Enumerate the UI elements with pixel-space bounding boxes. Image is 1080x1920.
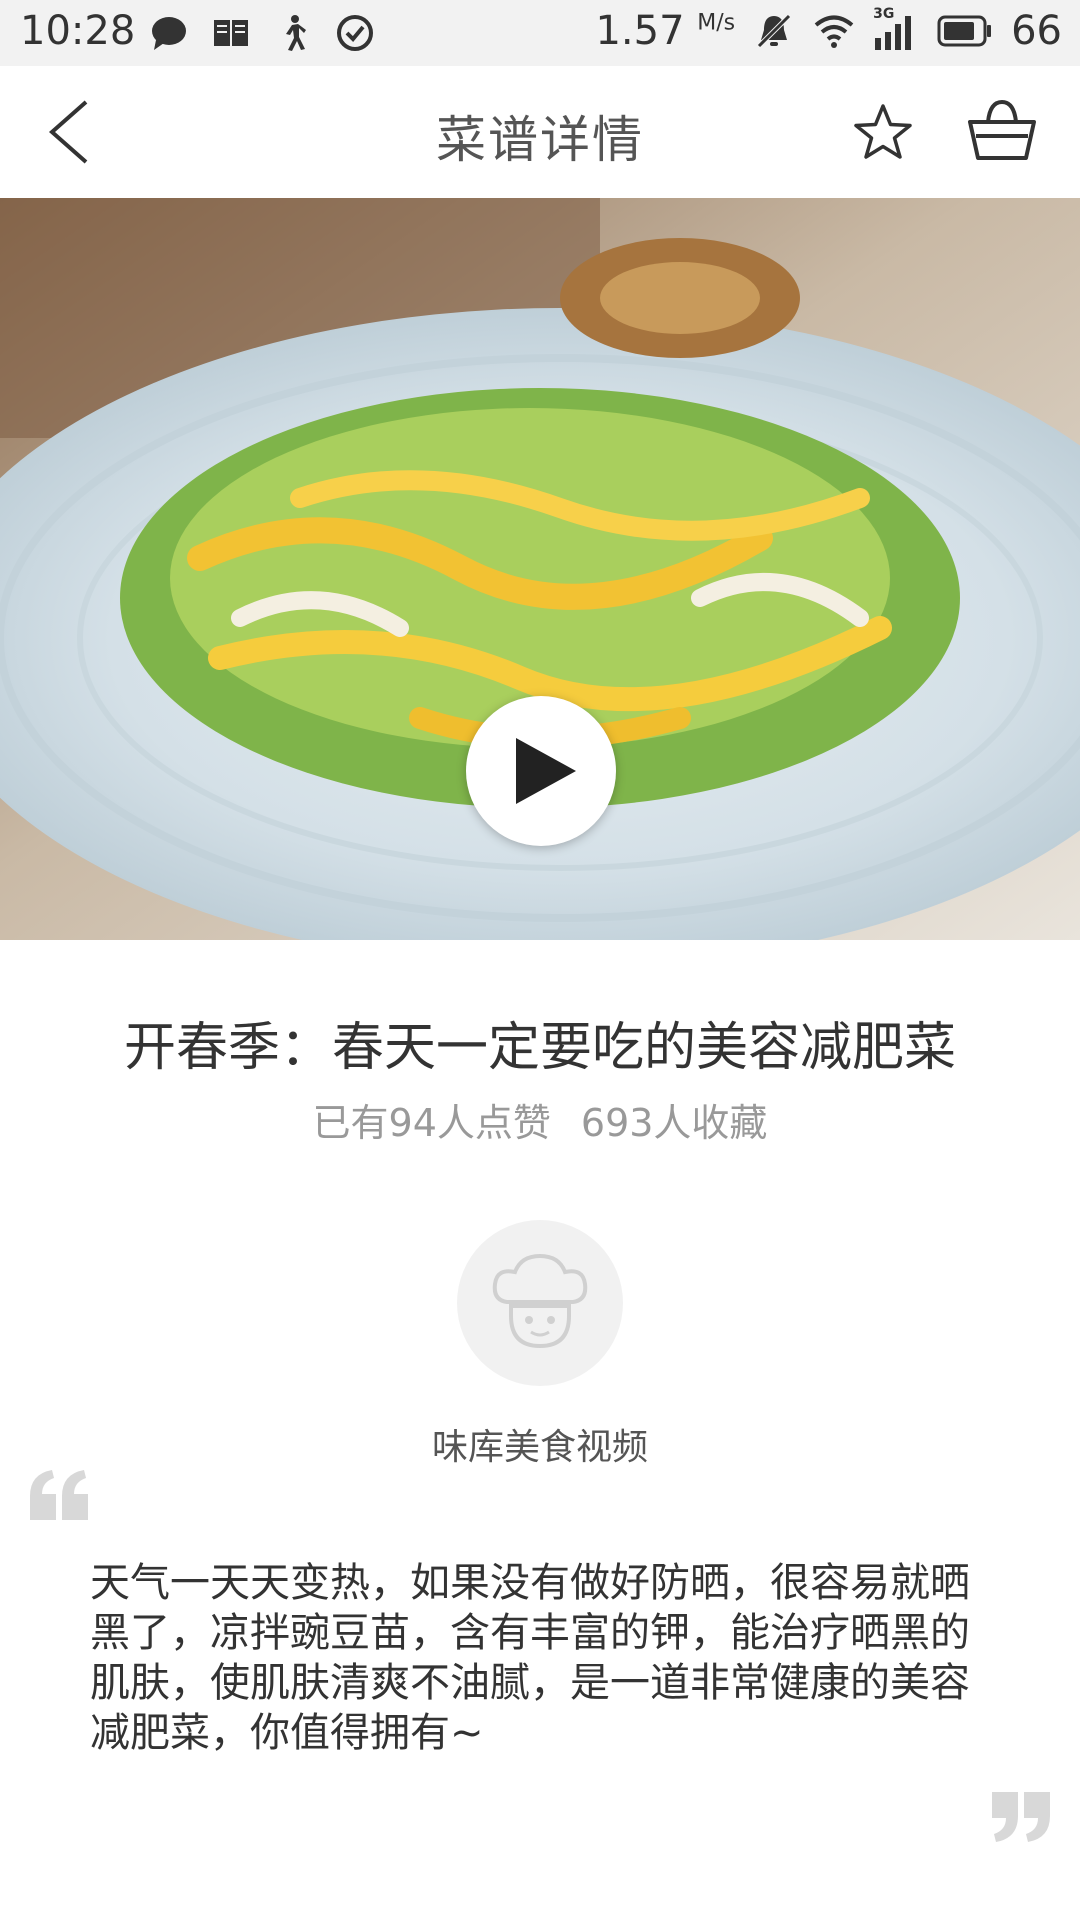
author-name[interactable]: 味库美食视频 [0,1418,1080,1470]
app-header: 菜谱详情 [0,66,1080,198]
recipe-description: 天气一天天变热，如果没有做好防晒，很容易就晒黑了，凉拌豌豆苗，含有丰富的钾，能治… [90,1560,970,1756]
star-icon[interactable] [852,102,914,164]
play-button[interactable] [466,696,616,846]
battery-level: 66 [1011,8,1062,54]
walk-icon [286,15,306,51]
likes-count: 已有94人点赞 [312,1101,551,1145]
play-icon [516,738,576,804]
signal-3g: 3G [873,6,919,52]
wifi-icon [814,15,854,48]
recipe-stats: 已有94人点赞 693人收藏 [0,1092,1080,1147]
recipe-title: 开春季：春天一定要吃的美容减肥菜 [123,1018,956,1078]
basket-icon[interactable] [966,98,1038,164]
quote-open-icon [30,1470,88,1520]
author-avatar[interactable] [457,1220,623,1386]
quote-close-icon [992,1792,1050,1842]
signal-icon [875,16,912,50]
check-circle-icon [337,15,373,51]
status-time: 10:28 [20,8,136,54]
bell-off-icon [757,14,791,48]
book-icon [214,20,248,46]
battery-icon [937,15,992,47]
network-speed: 1.57 M/s [595,8,736,54]
collects-count: 693人收藏 [580,1101,768,1145]
notification-icons [148,12,376,54]
message-icon [152,17,186,50]
recipe-video-thumbnail[interactable] [0,198,1080,940]
chef-avatar-icon [492,1253,588,1349]
status-right: 1.57 M/s 3G 66 [595,6,1062,54]
status-bar: 10:28 1.57 M/s 3G 66 [0,0,1080,66]
page-title: 菜谱详情 [436,111,644,169]
